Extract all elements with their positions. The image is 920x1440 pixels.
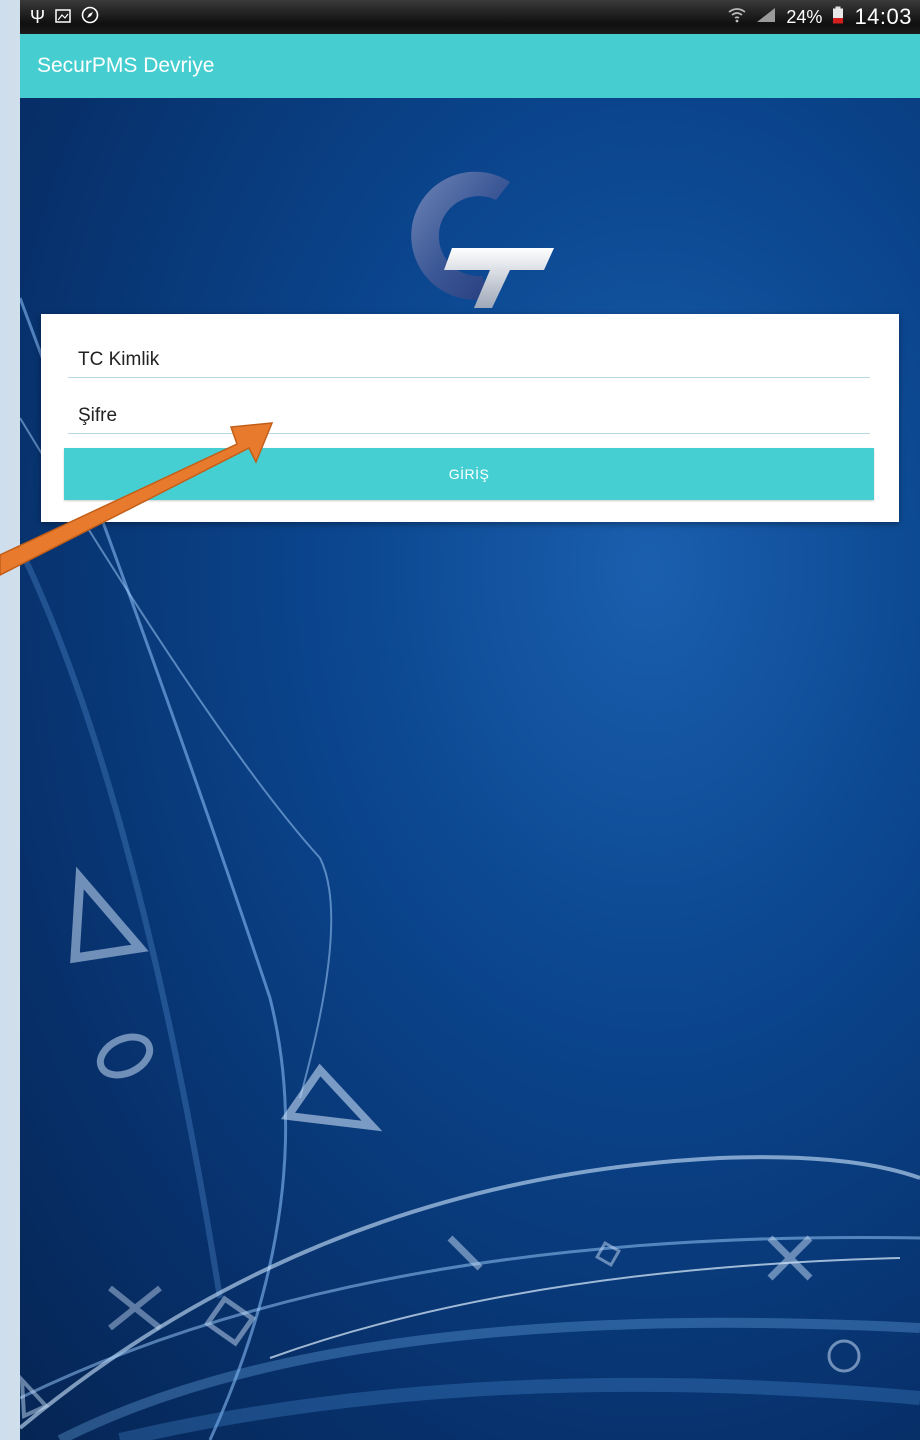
password-input[interactable]: Şifre [68, 398, 870, 434]
signal-icon [756, 7, 776, 28]
company-logo [411, 171, 554, 308]
login-screen: TC Kimlik Şifre GİRİŞ [20, 98, 920, 1440]
compass-icon [81, 6, 99, 29]
usb-icon: Ψ [30, 6, 46, 27]
clock: 14:03 [854, 4, 912, 29]
status-right-icons: 24% 14:03 [728, 4, 912, 30]
login-button[interactable]: GİRİŞ [64, 448, 874, 500]
tc-kimlik-placeholder: TC Kimlik [78, 349, 160, 370]
password-placeholder: Şifre [78, 405, 118, 426]
tablet-screen: Ψ 24% 14:03 SecurPMS Devriye TC Kimlik Ş… [20, 0, 920, 1440]
login-card: TC Kimlik Şifre GİRİŞ [41, 314, 899, 522]
image-notification-icon [55, 7, 71, 28]
tc-kimlik-input[interactable]: TC Kimlik [68, 342, 870, 378]
app-title: SecurPMS Devriye [37, 54, 215, 77]
wifi-icon [728, 7, 746, 28]
battery-level: 24% [786, 6, 823, 27]
app-bar: SecurPMS Devriye [20, 34, 920, 98]
status-bar: Ψ 24% 14:03 [20, 0, 920, 34]
status-left-icons: Ψ [30, 6, 99, 29]
battery-icon [832, 6, 844, 29]
